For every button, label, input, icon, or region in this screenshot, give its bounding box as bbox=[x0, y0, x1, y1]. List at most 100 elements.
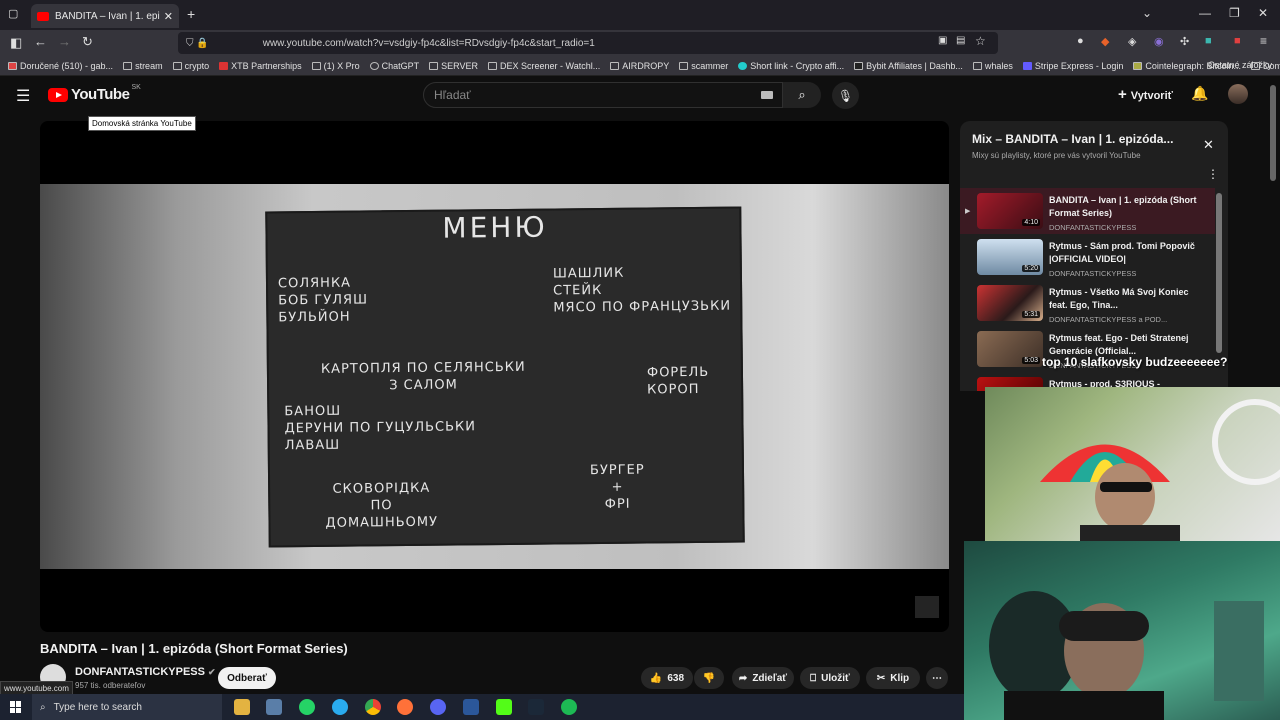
whatsapp-icon[interactable] bbox=[299, 699, 315, 715]
tab-list-icon[interactable]: ▢ bbox=[8, 7, 18, 20]
bookmark-star-icon[interactable]: ☆ bbox=[975, 34, 986, 48]
sidebar-toggle-icon[interactable]: ◧ bbox=[10, 35, 22, 51]
search-input[interactable]: Hľadať bbox=[423, 82, 783, 108]
dislike-button[interactable]: 👎 bbox=[694, 667, 724, 689]
word-icon[interactable] bbox=[463, 699, 479, 715]
close-icon[interactable]: ✕ bbox=[1203, 137, 1214, 153]
window-close-icon[interactable]: ✕ bbox=[1258, 6, 1268, 20]
url-input[interactable]: ⛉ 🔒 www.youtube.com/watch?v=vsdgiy-fp4c&… bbox=[178, 32, 998, 54]
tab-title: BANDITA – Ivan | 1. epizóda (Sh bbox=[55, 10, 160, 22]
extension-red-icon[interactable]: ■ bbox=[1234, 35, 1241, 47]
kick-icon[interactable] bbox=[496, 699, 512, 715]
extensions-puzzle-icon[interactable]: ✣ bbox=[1180, 35, 1189, 48]
bookmark-item[interactable]: whales bbox=[972, 61, 1013, 71]
browser-tab-active[interactable]: BANDITA – Ivan | 1. epizóda (Sh ✕ bbox=[31, 4, 179, 28]
bookmark-item[interactable]: XTB Partnerships bbox=[219, 61, 302, 71]
reader-view-icon[interactable]: ▤ bbox=[956, 35, 965, 46]
verified-icon: ✔ bbox=[208, 667, 216, 677]
webcam-overlay-streamer bbox=[964, 541, 1280, 720]
bookmark-item[interactable]: Stripe Express - Login bbox=[1022, 61, 1123, 71]
playlist-item-title: BANDITA – Ivan | 1. epizóda (Short Forma… bbox=[1049, 195, 1197, 218]
extension-teal-icon[interactable]: ■ bbox=[1205, 35, 1212, 47]
youtube-logo[interactable]: YouTube SK bbox=[48, 84, 141, 103]
account-icon[interactable]: ● bbox=[1077, 35, 1084, 47]
browser-tab-bar: ▢ BANDITA – Ivan | 1. epizóda (Sh ✕ + ⌄ … bbox=[0, 0, 1280, 30]
video-player[interactable]: МЕНЮ СОЛЯНКА БОБ ГУЛЯШ БУЛЬЙОН ШАШЛИК СТ… bbox=[40, 121, 949, 632]
new-tab-icon[interactable]: + bbox=[187, 6, 195, 22]
address-toolbar: ◧ ← → ↻ ⛉ 🔒 www.youtube.com/watch?v=vsdg… bbox=[0, 30, 1280, 56]
page-scrollbar[interactable] bbox=[1270, 85, 1276, 181]
bookmark-item[interactable]: (1) X Pro bbox=[311, 61, 360, 71]
bookmark-item[interactable]: stream bbox=[123, 61, 163, 71]
minimize-icon[interactable]: — bbox=[1199, 6, 1211, 20]
board-meats: ШАШЛИК СТЕЙК МЯСО ПО ФРАНЦУЗЬКИ bbox=[552, 265, 732, 316]
extension-icon[interactable]: ◈ bbox=[1128, 35, 1136, 48]
back-icon[interactable]: ← bbox=[34, 34, 47, 49]
windows-start-icon[interactable] bbox=[10, 701, 22, 713]
more-vertical-icon[interactable]: ⋮ bbox=[1207, 167, 1219, 181]
hamburger-menu-icon[interactable]: ☰ bbox=[16, 86, 30, 106]
playlist-scrollbar[interactable] bbox=[1216, 193, 1222, 353]
tab-close-icon[interactable]: ✕ bbox=[164, 10, 173, 23]
voice-search-button[interactable]: 🎙 bbox=[832, 82, 859, 109]
file-explorer-icon[interactable] bbox=[234, 699, 250, 715]
x-icon bbox=[311, 61, 321, 70]
bybit-icon bbox=[854, 61, 864, 70]
shield-icon[interactable]: ⛉ 🔒 bbox=[186, 38, 209, 49]
other-bookmarks[interactable]: Ostatné záložky bbox=[1208, 60, 1272, 70]
reload-icon[interactable]: ↻ bbox=[82, 34, 93, 50]
bookmark-item[interactable]: Doručené (510) - gab... bbox=[8, 61, 113, 71]
telegram-icon[interactable] bbox=[332, 699, 348, 715]
restore-icon[interactable]: ❐ bbox=[1229, 6, 1240, 20]
chrome-icon[interactable] bbox=[365, 699, 381, 715]
search-icon: ⌕ bbox=[798, 87, 806, 102]
folder-icon bbox=[429, 61, 439, 70]
tab-list-dropdown-icon[interactable]: ⌄ bbox=[1142, 6, 1152, 20]
cointelegraph-icon bbox=[1133, 61, 1143, 70]
video-title: BANDITA – Ivan | 1. epizóda (Short Forma… bbox=[40, 641, 348, 656]
bookmark-item[interactable]: DEX Screener - Watchl... bbox=[488, 61, 600, 71]
bookmark-item[interactable]: Bybit Affiliates | Dashb... bbox=[854, 61, 963, 71]
like-button[interactable]: 👍 638 bbox=[641, 667, 693, 689]
notifications-bell-icon[interactable]: 🔔 bbox=[1191, 85, 1208, 102]
playlist-item-channel: DONFANTASTICKYPESS bbox=[1049, 223, 1137, 232]
playlist-item-title: Rytmus - Všetko Má Svoj Koniec feat. Ego… bbox=[1049, 287, 1189, 310]
subscribe-button[interactable]: Odberať bbox=[218, 667, 276, 689]
bookmark-item[interactable]: Short link - Crypto affi... bbox=[738, 61, 844, 71]
keyboard-icon[interactable] bbox=[761, 91, 773, 99]
firefox-icon[interactable] bbox=[397, 699, 413, 715]
youtube-play-icon bbox=[48, 87, 68, 102]
discord-icon[interactable] bbox=[430, 699, 446, 715]
spotify-icon[interactable] bbox=[561, 699, 577, 715]
extension-fox-icon[interactable]: ◆ bbox=[1101, 35, 1109, 48]
clip-button[interactable]: ✂ Klip bbox=[866, 667, 920, 689]
dexscreener-icon bbox=[488, 61, 498, 70]
create-button[interactable]: + Vytvoriť bbox=[1118, 86, 1173, 103]
board-pan: СКОВОРІДКА ПО ДОМАШНЬОМУ bbox=[325, 480, 439, 531]
share-button[interactable]: ➦ Zdieľať bbox=[732, 667, 794, 689]
stripe-icon bbox=[1022, 61, 1032, 70]
playlist-item[interactable]: 5:31 Rytmus - Všetko Má Svoj Koniec feat… bbox=[960, 280, 1215, 326]
app-menu-icon[interactable]: ≡ bbox=[1260, 34, 1267, 48]
bookmark-item[interactable]: ChatGPT bbox=[369, 61, 419, 71]
taskbar-search[interactable]: ⌕ Type here to search bbox=[32, 694, 222, 720]
picture-in-picture-icon[interactable]: ▣ bbox=[938, 35, 947, 46]
search-button[interactable]: ⌕ bbox=[783, 82, 821, 108]
steam-icon[interactable] bbox=[528, 699, 544, 715]
app-icon[interactable] bbox=[266, 699, 282, 715]
channel-name[interactable]: DONFANTASTICKYPESS ✔ bbox=[75, 666, 216, 678]
extension-purple-icon[interactable]: ◉ bbox=[1154, 35, 1164, 48]
bookmark-item[interactable]: crypto bbox=[172, 61, 209, 71]
video-watermark-logo bbox=[915, 596, 939, 618]
save-button[interactable]: ⎕ Uložiť bbox=[800, 667, 860, 689]
microphone-icon: 🎙 bbox=[837, 88, 854, 103]
bookmark-item[interactable]: AIRDROPY bbox=[610, 61, 669, 71]
playlist-item[interactable]: 5:20 Rytmus - Sám prod. Tomi Popovič |OF… bbox=[960, 234, 1215, 280]
mail-icon bbox=[8, 61, 17, 70]
more-actions-button[interactable]: ⋯ bbox=[926, 667, 948, 689]
avatar[interactable] bbox=[1228, 84, 1248, 104]
bookmark-item[interactable]: SERVER bbox=[429, 61, 478, 71]
playlist-item[interactable]: ▶ 4:10 BANDITA – Ivan | 1. epizóda (Shor… bbox=[960, 188, 1215, 234]
forward-icon[interactable]: → bbox=[58, 34, 71, 49]
bookmark-item[interactable]: scammer bbox=[679, 61, 728, 71]
